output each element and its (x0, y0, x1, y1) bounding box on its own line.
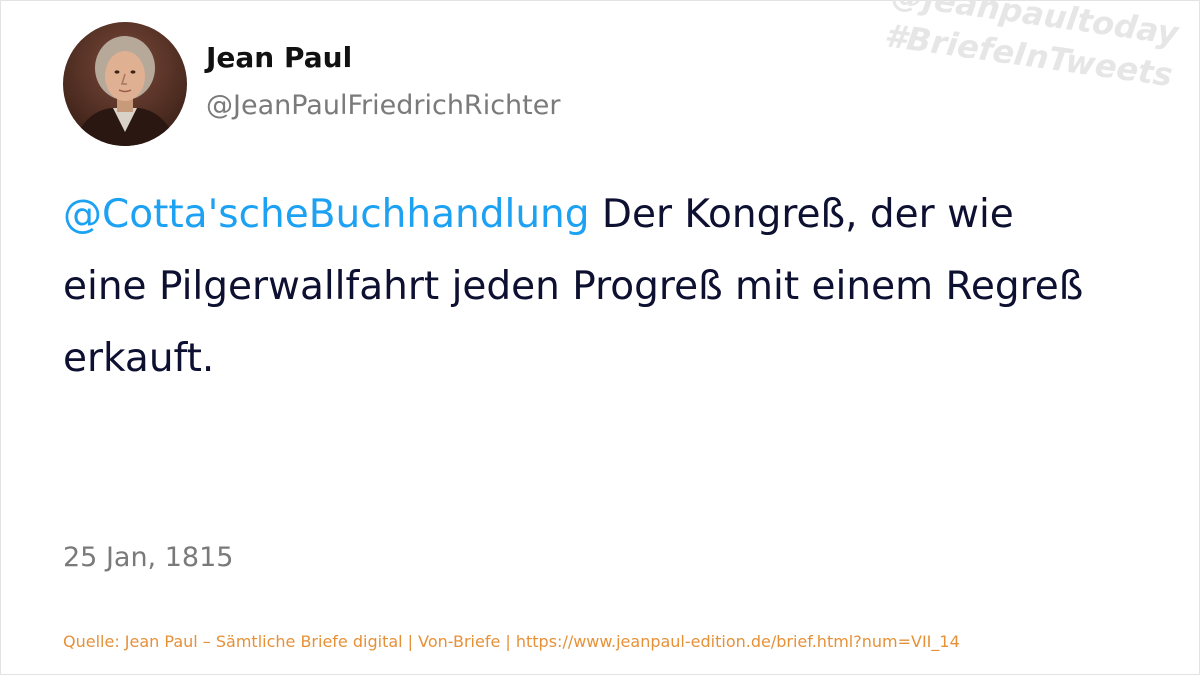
author-name[interactable]: Jean Paul (206, 41, 352, 75)
tweet-text: @Cotta'scheBuchhandlung Der Kongreß, der… (63, 179, 1103, 395)
tweet-card: Jean Paul @JeanPaulFriedrichRichter @jea… (0, 0, 1200, 675)
mention-link[interactable]: @Cotta'scheBuchhandlung (63, 192, 590, 237)
portrait-avatar-icon (63, 22, 187, 146)
tweet-date: 25 Jan, 1815 (63, 542, 234, 573)
source-citation: Quelle: Jean Paul – Sämtliche Briefe dig… (63, 632, 960, 651)
watermark: @jeanpaultoday #BriefeInTweets (863, 0, 1181, 162)
author-avatar[interactable] (63, 22, 187, 146)
author-handle[interactable]: @JeanPaulFriedrichRichter (206, 89, 560, 123)
